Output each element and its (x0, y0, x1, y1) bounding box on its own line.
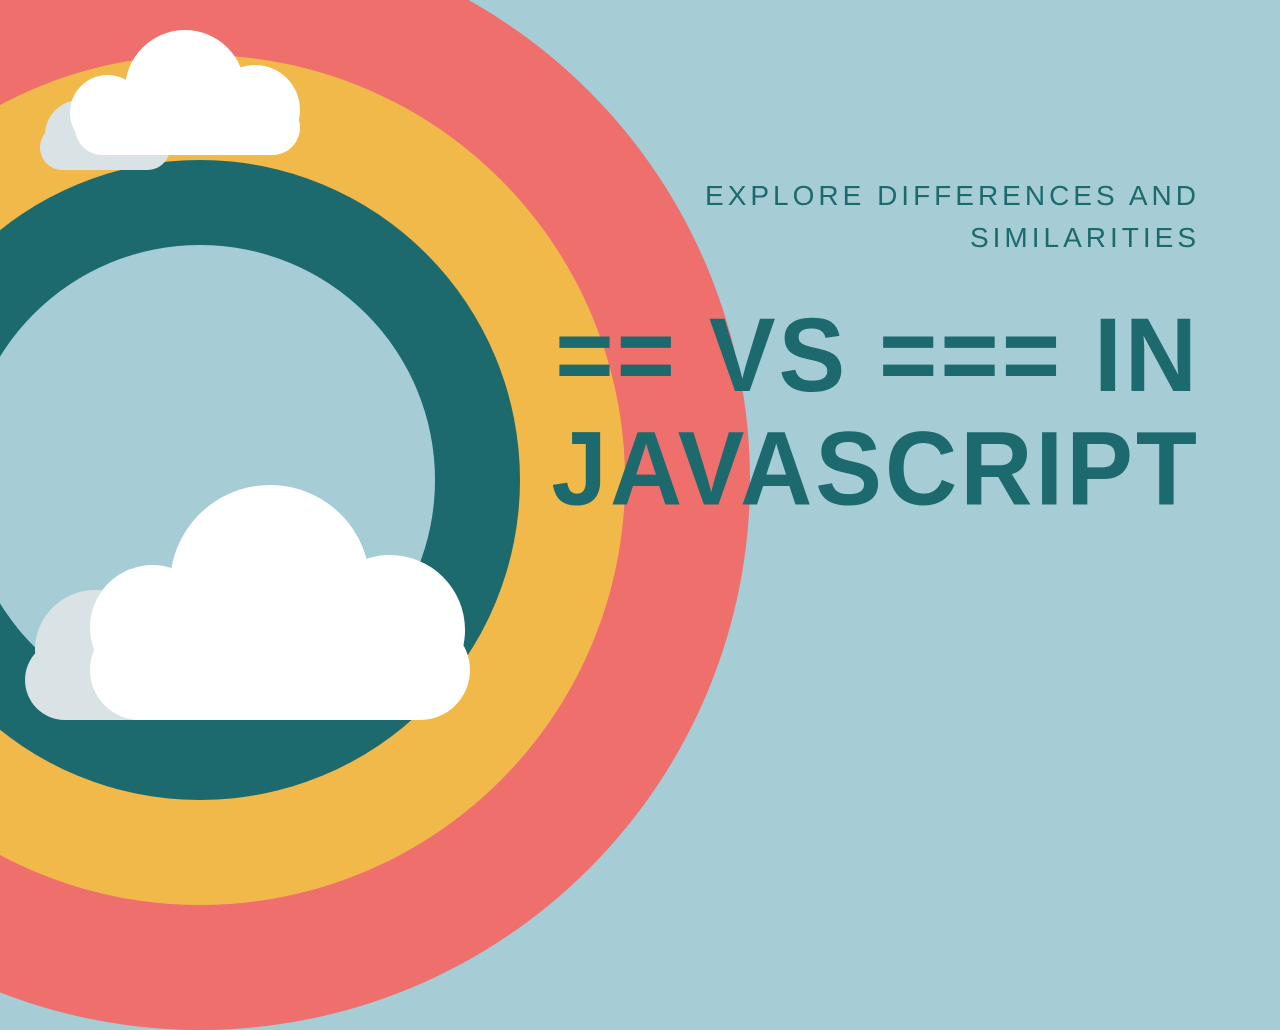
title: == VS === IN JAVASCRIPT (551, 299, 1200, 526)
text-content: EXPLORE DIFFERENCES AND SIMILARITIES == … (551, 175, 1200, 520)
subtitle: EXPLORE DIFFERENCES AND SIMILARITIES (551, 175, 1200, 259)
title-line2: JAVASCRIPT (551, 412, 1200, 525)
subtitle-line2: SIMILARITIES (551, 217, 1200, 259)
title-line1: == VS === IN (551, 299, 1200, 412)
subtitle-line1: EXPLORE DIFFERENCES AND (551, 175, 1200, 217)
